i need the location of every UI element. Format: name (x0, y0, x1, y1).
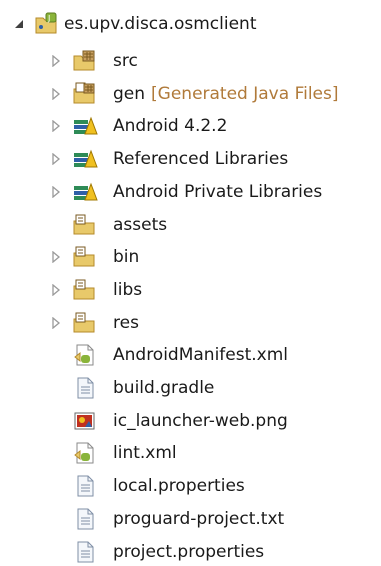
tree-item-name: project.properties (113, 542, 265, 562)
tree-item-name: res (113, 313, 139, 333)
tree-item[interactable]: bin (0, 241, 381, 273)
source-package-folder-icon (72, 49, 98, 73)
collapsed-arrow-icon[interactable] (49, 185, 63, 199)
tree-item[interactable]: local.properties (0, 470, 381, 502)
generated-source-folder-icon (72, 82, 98, 106)
tree-item-project[interactable]: J es.upv.disca.osmclient (0, 8, 381, 40)
tree-item[interactable]: AndroidManifest.xml (0, 339, 381, 371)
collapsed-arrow-icon[interactable] (49, 119, 63, 133)
tree-item[interactable]: Android Private Libraries (0, 176, 381, 208)
collapsed-arrow-icon[interactable] (49, 316, 63, 330)
tree-item-name: ic_launcher-web.png (113, 411, 288, 431)
android-manifest-icon (72, 441, 98, 465)
tree-item-name: build.gradle (113, 378, 215, 398)
svg-text:J: J (47, 14, 50, 23)
tree-item-label: project.properties (113, 542, 264, 562)
tree-item-name: AndroidManifest.xml (113, 345, 289, 365)
text-file-icon (72, 507, 98, 531)
folder-icon (72, 245, 98, 269)
library-container-icon (72, 180, 98, 204)
tree-item[interactable]: Referenced Libraries (0, 143, 381, 175)
collapsed-arrow-icon[interactable] (49, 87, 63, 101)
tree-item-name: Referenced Libraries (113, 149, 289, 169)
tree-item-label: lint.xml (113, 443, 177, 463)
tree-item-label: local.properties (113, 476, 245, 496)
tree-item[interactable]: project.properties (0, 536, 381, 566)
tree-item-label: Referenced Libraries (113, 149, 288, 169)
collapsed-arrow-icon[interactable] (49, 250, 63, 264)
folder-icon (72, 213, 98, 237)
tree-item-name: src (113, 51, 138, 71)
tree-item-name: libs (113, 280, 143, 300)
tree-item-label: res (113, 313, 139, 333)
tree-item[interactable]: libs (0, 274, 381, 306)
tree-item-label: Android Private Libraries (113, 182, 322, 202)
folder-icon (72, 311, 98, 335)
tree-item-label: Android 4.2.2 (113, 116, 227, 136)
tree-item-name: local.properties (113, 476, 245, 496)
tree-item-label: build.gradle (113, 378, 214, 398)
tree-item-label: ic_launcher-web.png (113, 411, 288, 431)
tree-item-name: bin (113, 247, 140, 267)
text-file-icon (72, 540, 98, 564)
tree-item-label: AndroidManifest.xml (113, 345, 288, 365)
tree-item[interactable]: ic_launcher-web.png (0, 405, 381, 437)
tree-item[interactable]: build.gradle (0, 372, 381, 404)
project-label: es.upv.disca.osmclient (64, 14, 257, 34)
text-file-icon (72, 376, 98, 400)
tree-item-name: Android 4.2.2 (113, 116, 228, 136)
image-file-icon (72, 409, 98, 433)
tree-item[interactable]: Android 4.2.2 (0, 110, 381, 142)
collapsed-arrow-icon[interactable] (49, 152, 63, 166)
library-container-icon (72, 114, 98, 138)
tree-item-decoration: [Generated Java Files] (151, 84, 339, 104)
tree-item[interactable]: assets (0, 209, 381, 241)
tree-item-label: gen [Generated Java Files] (113, 84, 339, 104)
tree-item-label: assets (113, 215, 167, 235)
tree-item[interactable]: res (0, 307, 381, 339)
tree-item-label: bin (113, 247, 139, 267)
tree-item-name: Android Private Libraries (113, 182, 323, 202)
tree-item[interactable]: src (0, 45, 381, 77)
tree-item-label: proguard-project.txt (113, 509, 284, 529)
tree-item[interactable]: gen [Generated Java Files] (0, 78, 381, 110)
library-container-icon (72, 147, 98, 171)
collapsed-arrow-icon[interactable] (49, 54, 63, 68)
tree-item-label: libs (113, 280, 142, 300)
tree-item-label: src (113, 51, 138, 71)
tree-item-name: gen (113, 84, 146, 104)
tree-item-name: assets (113, 215, 168, 235)
collapsed-arrow-icon[interactable] (49, 283, 63, 297)
tree-item[interactable]: proguard-project.txt (0, 503, 381, 535)
package-explorer-tree: J es.upv.disca.osmclient src gen [Generate… (0, 0, 381, 566)
text-file-icon (72, 474, 98, 498)
folder-icon (72, 278, 98, 302)
expanded-arrow-icon[interactable] (12, 17, 26, 31)
tree-item[interactable]: lint.xml (0, 437, 381, 469)
android-manifest-icon (72, 343, 98, 367)
android-project-icon: J (34, 12, 60, 36)
tree-item-name: proguard-project.txt (113, 509, 285, 529)
tree-item-name: lint.xml (113, 443, 177, 463)
